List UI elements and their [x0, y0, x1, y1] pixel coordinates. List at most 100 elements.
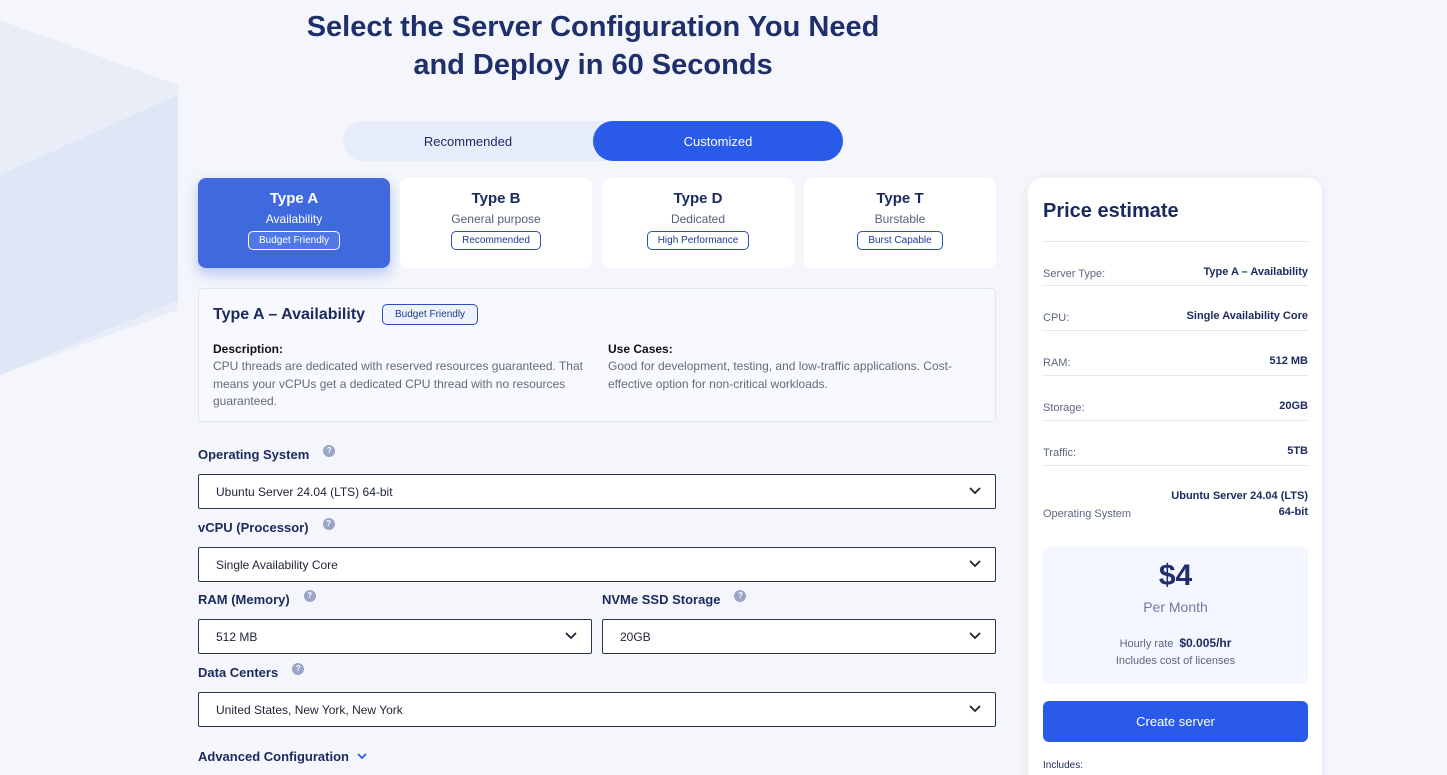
- type-card-badge: Recommended: [451, 231, 541, 250]
- mode-toggle: Recommended Customized: [343, 121, 843, 161]
- description-section: Description: CPU threads are dedicated w…: [213, 342, 583, 411]
- help-icon[interactable]: ?: [292, 662, 305, 675]
- price-row-key: Operating System: [1043, 508, 1132, 520]
- price-row-value: Single Availability Core: [1186, 310, 1308, 322]
- vcpu-select[interactable]: Single Availability Core: [198, 547, 996, 582]
- type-card-t[interactable]: Type T Burstable Burst Capable: [804, 178, 996, 268]
- divider: [1042, 465, 1308, 466]
- price-row-traffic: Traffic: 5TB: [1043, 443, 1308, 459]
- headline-line-1: Select the Server Configuration You Need: [306, 11, 880, 43]
- price-summary-box: $4 Per Month Hourly rate $0.005/hr Includ…: [1043, 547, 1308, 684]
- type-details-panel: Type A – Availability Budget Friendly De…: [198, 288, 996, 422]
- divider: [1042, 241, 1308, 242]
- price-estimate-title: Price estimate: [1043, 200, 1179, 222]
- divider: [1042, 375, 1308, 376]
- use-cases-label: Use Cases:: [608, 342, 673, 356]
- help-icon[interactable]: ?: [734, 589, 747, 602]
- price-row-key: CPU:: [1043, 312, 1070, 324]
- ram-select[interactable]: 512 MB: [198, 619, 592, 654]
- price-row-storage: Storage: 20GB: [1043, 398, 1308, 414]
- includes-label: Includes:: [1043, 760, 1084, 771]
- storage-select[interactable]: 20GB: [602, 619, 996, 654]
- type-card-d[interactable]: Type D Dedicated High Performance: [602, 178, 794, 268]
- price-row-value: 512 MB: [1269, 355, 1308, 367]
- ram-label-text: RAM (Memory): [198, 592, 290, 607]
- ram-select-value: 512 MB: [216, 629, 258, 644]
- advanced-configuration-toggle[interactable]: Advanced Configuration: [198, 749, 367, 764]
- chevron-down-icon: [969, 487, 981, 495]
- price-row-value: 5TB: [1287, 445, 1308, 457]
- price-row-server-type: Server Type: Type A – Availability: [1043, 264, 1308, 280]
- tab-customized[interactable]: Customized: [593, 121, 843, 161]
- type-card-a[interactable]: Type A Availability Budget Friendly: [198, 178, 390, 268]
- storage-select-value: 20GB: [620, 629, 651, 644]
- chevron-down-icon: [969, 632, 981, 640]
- use-cases-line: Good for development, testing, and low-t…: [608, 359, 952, 373]
- advanced-configuration-label: Advanced Configuration: [198, 749, 349, 764]
- os-value-line: 64-bit: [1278, 506, 1308, 518]
- type-card-subtitle: Availability: [265, 212, 323, 226]
- help-icon[interactable]: ?: [303, 589, 316, 602]
- os-value-line: Ubuntu Server 24.04 (LTS): [1171, 490, 1308, 502]
- tab-recommended[interactable]: Recommended: [343, 121, 593, 161]
- datacenter-label: Data Centers ?: [198, 662, 305, 680]
- storage-label: NVMe SSD Storage ?: [602, 589, 747, 607]
- type-card-b[interactable]: Type B General purpose Recommended: [400, 178, 592, 268]
- type-card-subtitle: General purpose: [451, 212, 541, 226]
- vcpu-label: vCPU (Processor) ?: [198, 517, 335, 535]
- price-period: Per Month: [1143, 599, 1208, 615]
- ram-label: RAM (Memory) ?: [198, 589, 316, 607]
- price-row-value: Ubuntu Server 24.04 (LTS) 64-bit: [1171, 488, 1308, 520]
- price-row-key: Storage:: [1043, 402, 1085, 414]
- chevron-down-icon: [969, 560, 981, 568]
- chevron-down-icon: [357, 753, 367, 760]
- description-label: Description:: [213, 342, 284, 356]
- use-cases-text: Good for development, testing, and low-t…: [608, 358, 978, 393]
- description-text: CPU threads are dedicated with reserved …: [213, 358, 583, 411]
- chevron-down-icon: [969, 705, 981, 713]
- divider: [1042, 330, 1308, 331]
- create-server-button[interactable]: Create server: [1043, 701, 1308, 742]
- divider: [1042, 420, 1308, 421]
- page-headline: Select the Server Configuration You Need…: [293, 8, 893, 84]
- hourly-rate-value: $0.005/hr: [1179, 636, 1232, 650]
- type-card-badge: High Performance: [646, 231, 750, 250]
- os-select[interactable]: Ubuntu Server 24.04 (LTS) 64-bit: [198, 474, 996, 509]
- price-row-cpu: CPU: Single Availability Core: [1043, 308, 1308, 324]
- type-card-title: Type B: [471, 190, 521, 207]
- divider: [1042, 285, 1308, 286]
- use-cases-section: Use Cases: Good for development, testing…: [608, 342, 978, 393]
- price-row-key: Traffic:: [1043, 447, 1077, 459]
- help-icon[interactable]: ?: [323, 444, 336, 457]
- vcpu-select-value: Single Availability Core: [216, 557, 338, 572]
- type-card-badge: Budget Friendly: [247, 231, 341, 250]
- price-row-key: Server Type:: [1043, 268, 1106, 280]
- headline-line-2: and Deploy in 60 Seconds: [413, 49, 773, 81]
- type-card-title: Type D: [673, 190, 723, 207]
- hourly-rate-label: Hourly rate: [1119, 638, 1174, 650]
- datacenter-select-value: United States, New York, New York: [216, 702, 403, 717]
- licenses-note: Includes cost of licenses: [1115, 655, 1236, 667]
- type-card-subtitle: Dedicated: [670, 212, 726, 226]
- chevron-down-icon: [565, 632, 577, 640]
- hourly-rate: Hourly rate $0.005/hr: [1043, 636, 1308, 650]
- os-select-value: Ubuntu Server 24.04 (LTS) 64-bit: [216, 484, 393, 499]
- type-card-subtitle: Burstable: [874, 212, 926, 226]
- help-icon[interactable]: ?: [322, 517, 335, 530]
- datacenter-label-text: Data Centers: [198, 665, 279, 680]
- price-estimate-card: Price estimate Server Type: Type A – Ava…: [1028, 178, 1322, 775]
- os-label-text: Operating System: [198, 447, 310, 462]
- type-details-badge: Budget Friendly: [382, 304, 479, 325]
- price-amount: $4: [1158, 559, 1193, 592]
- price-row-key: RAM:: [1043, 357, 1071, 369]
- type-card-title: Type T: [876, 190, 924, 207]
- vcpu-label-text: vCPU (Processor): [198, 520, 309, 535]
- price-row-value: 20GB: [1279, 400, 1308, 412]
- os-label: Operating System ?: [198, 444, 336, 462]
- description-line: means your vCPUs get a dedicated CPU thr…: [213, 376, 566, 391]
- price-row-os: Operating System Ubuntu Server 24.04 (LT…: [1043, 488, 1308, 520]
- type-card-title: Type A: [269, 190, 319, 207]
- datacenter-select[interactable]: United States, New York, New York: [198, 692, 996, 727]
- description-line: guaranteed.: [213, 394, 278, 408]
- type-details-title: Type A – Availability: [213, 306, 366, 323]
